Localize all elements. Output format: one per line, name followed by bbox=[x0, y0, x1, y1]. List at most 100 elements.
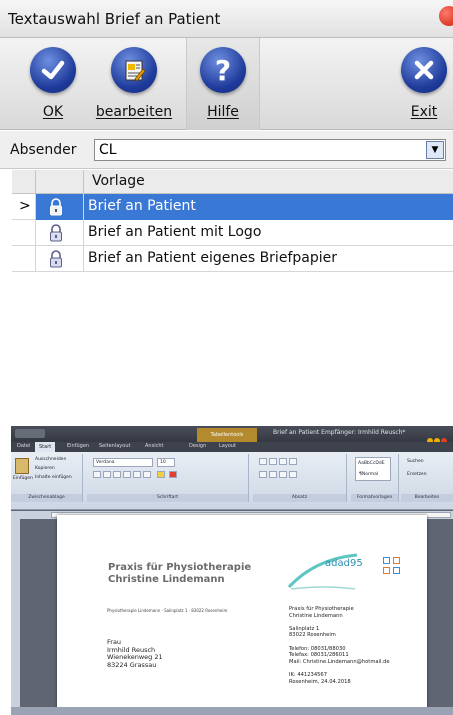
help-label: Hilfe bbox=[207, 104, 239, 120]
lock-icon bbox=[50, 250, 62, 268]
word-title-bar: Tabellentools Brief an Patient Empfänger… bbox=[11, 426, 453, 444]
font-size-value: 10 bbox=[160, 460, 166, 465]
multilevel-list-icon[interactable] bbox=[279, 458, 287, 465]
tab-design[interactable]: Design bbox=[189, 443, 206, 449]
exit-x-icon bbox=[401, 47, 447, 93]
replace-button[interactable]: Ersetzen bbox=[407, 472, 427, 477]
help-question-icon: ? bbox=[200, 47, 246, 93]
exit-label: Exit bbox=[410, 104, 438, 120]
font-color-icon[interactable] bbox=[169, 471, 177, 478]
find-button[interactable]: Suchen bbox=[407, 459, 424, 464]
practice-contact-block: Praxis für Physiotherapie Christine Lind… bbox=[289, 606, 390, 685]
tab-page-layout[interactable]: Seitenlayout bbox=[99, 443, 130, 449]
table-row[interactable]: > Brief an Patient bbox=[12, 194, 453, 220]
logo-square bbox=[383, 557, 390, 564]
tab-insert[interactable]: Einfügen bbox=[67, 443, 89, 449]
table-row[interactable]: Brief an Patient eigenes Briefpapier bbox=[12, 246, 453, 272]
grid-header: Vorlage bbox=[12, 170, 453, 194]
checkmark-icon bbox=[30, 47, 76, 93]
paste-content-button[interactable]: Inhalte einfügen bbox=[35, 475, 72, 480]
dialog-title-bar: Textauswahl Brief an Patient bbox=[0, 0, 453, 38]
styles-group-label: Formatvorlagen bbox=[351, 494, 398, 502]
vertical-ruler bbox=[11, 519, 20, 715]
exit-button[interactable]: Exit bbox=[400, 38, 448, 130]
font-size-select[interactable]: 10 bbox=[157, 458, 175, 467]
superscript-icon[interactable] bbox=[143, 471, 151, 478]
column-header-template[interactable]: Vorlage bbox=[92, 173, 145, 189]
paste-icon[interactable] bbox=[15, 458, 29, 474]
italic-icon[interactable] bbox=[103, 471, 111, 478]
window-close-icon[interactable] bbox=[439, 6, 453, 26]
cut-button[interactable]: Ausschneiden bbox=[35, 457, 66, 462]
font-name-value: Verdana bbox=[96, 460, 115, 465]
strikethrough-icon[interactable] bbox=[123, 471, 131, 478]
sender-address-line: Physiotherapie Lindemann · Salinplatz 1 … bbox=[107, 608, 228, 613]
edit-label: bearbeiten bbox=[95, 104, 173, 120]
highlight-icon[interactable] bbox=[157, 471, 165, 478]
paste-button[interactable]: Einfügen bbox=[13, 476, 33, 481]
align-left-icon[interactable] bbox=[259, 471, 267, 478]
template-name: Brief an Patient bbox=[88, 198, 196, 214]
editing-group: Suchen Ersetzen Bearbeiten bbox=[401, 454, 453, 502]
sender-label: Absender bbox=[10, 141, 77, 158]
word-preview-window: Tabellentools Brief an Patient Empfänger… bbox=[11, 426, 453, 715]
sender-value: CL bbox=[99, 142, 117, 158]
template-grid: Vorlage > Brief an Patient Brief an Pati… bbox=[12, 170, 453, 420]
bold-icon[interactable] bbox=[93, 471, 101, 478]
paragraph-group: Absatz bbox=[253, 454, 347, 502]
numbering-icon[interactable] bbox=[269, 458, 277, 465]
styles-group: AaBbCcDdE ¶Normal Formatvorlagen bbox=[351, 454, 399, 502]
logo-text: adad95 bbox=[325, 558, 363, 569]
bullets-icon[interactable] bbox=[259, 458, 267, 465]
sender-row: Absender CL ▼ bbox=[0, 131, 453, 169]
edit-document-icon bbox=[111, 47, 157, 93]
template-name: Brief an Patient eigenes Briefpapier bbox=[88, 250, 337, 266]
help-button[interactable]: ? Hilfe bbox=[186, 38, 260, 130]
indent-icon[interactable] bbox=[289, 458, 297, 465]
tab-view[interactable]: Ansicht bbox=[145, 443, 163, 449]
word-ribbon: Einfügen Ausschneiden Kopieren Inhalte e… bbox=[11, 452, 453, 510]
logo-square bbox=[393, 557, 400, 564]
tab-start[interactable]: Start bbox=[35, 442, 56, 452]
logo-square bbox=[393, 567, 400, 574]
ok-label: OK bbox=[42, 104, 64, 120]
practice-heading: Praxis für Physiotherapie Christine Lind… bbox=[108, 562, 252, 585]
justify-icon[interactable] bbox=[289, 471, 297, 478]
template-name: Brief an Patient mit Logo bbox=[88, 224, 262, 240]
editing-group-label: Bearbeiten bbox=[401, 494, 453, 502]
word-status-bar bbox=[11, 707, 453, 715]
style-name: ¶Normal bbox=[359, 472, 379, 477]
context-tab-label: Tabellentools bbox=[197, 428, 257, 442]
word-ribbon-tabs: Datei Start Einfügen Seitenlayout Ansich… bbox=[11, 442, 453, 452]
dropdown-arrow-icon[interactable]: ▼ bbox=[426, 141, 444, 159]
dialog-title: Textauswahl Brief an Patient bbox=[8, 9, 221, 28]
sender-select[interactable]: CL ▼ bbox=[94, 139, 446, 161]
paragraph-group-label: Absatz bbox=[253, 494, 346, 502]
style-preview: AaBbCcDdE bbox=[358, 461, 385, 466]
quick-access-toolbar[interactable] bbox=[15, 429, 45, 438]
clipboard-group-label: Zwischenablage bbox=[11, 494, 82, 502]
copy-button[interactable]: Kopieren bbox=[35, 466, 55, 471]
row-indicator-icon: > bbox=[12, 194, 36, 220]
style-gallery[interactable]: AaBbCcDdE ¶Normal bbox=[355, 457, 391, 481]
edit-button[interactable]: bearbeiten bbox=[92, 38, 176, 130]
underline-icon[interactable] bbox=[113, 471, 121, 478]
tab-layout[interactable]: Layout bbox=[219, 443, 236, 449]
lock-icon bbox=[50, 224, 62, 242]
font-group-label: Schriftart bbox=[87, 494, 248, 502]
align-right-icon[interactable] bbox=[279, 471, 287, 478]
word-window-title: Brief an Patient Empfänger: Irmhild Reus… bbox=[273, 429, 406, 436]
font-group: Verdana 10 Schriftart bbox=[87, 454, 249, 502]
subscript-icon[interactable] bbox=[133, 471, 141, 478]
align-center-icon[interactable] bbox=[269, 471, 277, 478]
table-row[interactable]: Brief an Patient mit Logo bbox=[12, 220, 453, 246]
practice-logo bbox=[287, 553, 358, 590]
tab-file[interactable]: Datei bbox=[17, 443, 30, 449]
logo-square bbox=[383, 567, 390, 574]
recipient-address: Frau Irmhild Reusch Wienekenweg 21 83224… bbox=[107, 638, 163, 669]
document-page[interactable]: Praxis für Physiotherapie Christine Lind… bbox=[57, 515, 427, 715]
window-controls[interactable] bbox=[427, 429, 449, 444]
font-name-select[interactable]: Verdana bbox=[93, 458, 153, 467]
ok-button[interactable]: OK bbox=[22, 38, 84, 130]
toolbar: OK bearbeiten ? Hilfe Exit bbox=[0, 38, 453, 130]
